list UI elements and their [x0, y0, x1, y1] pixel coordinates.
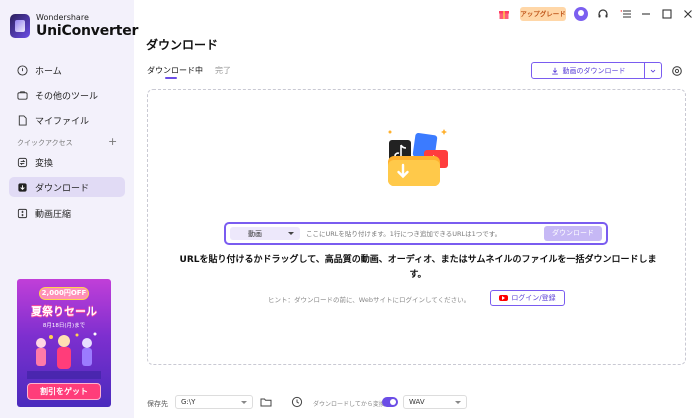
tab-downloading[interactable]: ダウンロード中 [147, 65, 203, 76]
sidebar-item-compress[interactable]: 動画圧縮 [9, 203, 125, 223]
download-illustration [388, 129, 448, 186]
save-location-label: 保存先 [147, 400, 168, 408]
file-icon [17, 114, 28, 126]
download-video-main[interactable]: 動画のダウンロード [532, 63, 645, 78]
convert-after-download-toggle[interactable] [382, 397, 398, 407]
promo-illustration [27, 332, 101, 379]
sidebar-item-label: マイファイル [35, 116, 90, 127]
logo-icon [10, 14, 30, 38]
toolbox-icon [17, 90, 28, 101]
save-location-select[interactable]: G:\Y [175, 395, 253, 409]
quick-access-label: クイックアクセス [17, 139, 73, 147]
promo-get-discount-button[interactable]: 割引をゲット [27, 383, 101, 400]
url-bar: 動画 ダウンロード [224, 222, 608, 245]
brand-name: Wondershare [36, 13, 89, 22]
chevron-down-icon [288, 232, 294, 235]
app-logo: Wondershare UniConverter [10, 14, 138, 38]
media-type-select[interactable]: 動画 [230, 227, 300, 240]
sidebar-item-download[interactable]: ダウンロード [9, 177, 125, 197]
sidebar-item-home[interactable]: ホーム [9, 60, 125, 80]
sidebar-item-label: ホーム [35, 66, 62, 77]
sidebar-item-label: その他のツール [35, 91, 99, 102]
page-title: ダウンロード [146, 38, 219, 52]
promo-title: 夏祭りセール [31, 305, 97, 318]
chevron-down-icon [455, 401, 461, 404]
download-video-label: 動画のダウンロード [562, 66, 626, 75]
download-options-dropdown[interactable] [645, 63, 661, 78]
youtube-icon [499, 295, 509, 301]
avatar[interactable] [574, 7, 588, 21]
sidebar-item-label: ダウンロード [35, 183, 90, 194]
save-location-value: G:\Y [181, 398, 196, 406]
download-video-button[interactable]: 動画のダウンロード [531, 62, 662, 79]
sidebar-item-label: 変換 [35, 158, 54, 169]
convert-icon [17, 157, 28, 168]
promo-banner[interactable]: 2,000円OFF 夏祭りセール 8月18日(月)まで 割引をゲット [17, 279, 111, 407]
output-format-value: WAV [409, 398, 425, 406]
instruction-text: URLを貼り付けるかドラッグして、高品質の動画、オーディオ、またはサムネイルのフ… [179, 255, 657, 280]
youtube-login-button[interactable]: ログイン/登録 [490, 290, 565, 306]
chevron-down-icon [650, 69, 656, 73]
url-input[interactable] [306, 227, 544, 240]
menu-icon[interactable] [619, 7, 633, 21]
compress-icon [17, 208, 28, 219]
clock-icon[interactable] [291, 396, 303, 408]
url-download-button[interactable]: ダウンロード [544, 226, 602, 241]
app-name: UniConverter [36, 23, 139, 39]
upgrade-button[interactable]: アップグレード [520, 7, 566, 21]
download-icon [551, 67, 558, 74]
promo-date: 8月18日(月)まで [42, 323, 86, 329]
output-format-select[interactable]: WAV [403, 395, 467, 409]
headset-icon[interactable] [596, 7, 610, 21]
login-hint: ヒント：ダウンロードの前に、Webサイトにログインしてください。 [268, 296, 471, 304]
sidebar-item-convert[interactable]: 変換 [9, 152, 125, 172]
maximize-icon[interactable] [660, 7, 674, 21]
chevron-down-icon [241, 401, 247, 404]
download-icon [17, 182, 28, 193]
home-icon [17, 64, 28, 76]
promo-discount-badge: 2,000円OFF [39, 287, 89, 300]
login-button-label: ログイン/登録 [511, 294, 556, 302]
sidebar: Wondershare UniConverter ホーム その他のツール マイフ… [0, 0, 138, 418]
close-icon[interactable] [681, 7, 695, 21]
sidebar-item-label: 動画圧縮 [35, 209, 72, 220]
convert-after-download-label: ダウンロードしてから変換 [313, 401, 385, 408]
gift-icon[interactable] [497, 7, 511, 21]
folder-icon[interactable] [260, 396, 272, 408]
sidebar-item-my-files[interactable]: マイファイル [9, 110, 125, 130]
tab-finished[interactable]: 完了 [215, 65, 231, 76]
minimize-icon[interactable] [639, 7, 653, 21]
active-tab-indicator [165, 77, 177, 79]
media-type-value: 動画 [248, 229, 262, 238]
quick-access-add-button[interactable]: + [108, 135, 117, 148]
sidebar-item-other-tools[interactable]: その他のツール [9, 85, 125, 105]
settings-icon[interactable] [671, 65, 683, 77]
